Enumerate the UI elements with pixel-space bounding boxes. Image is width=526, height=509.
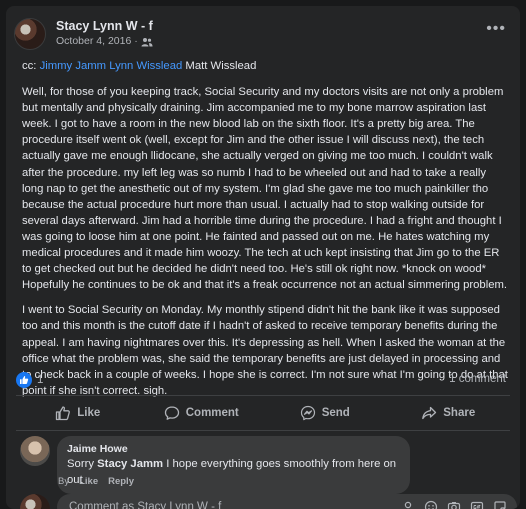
tagged-person-text: Matt Wisslead <box>185 60 257 72</box>
send-label: Send <box>321 407 350 419</box>
composer-avatar <box>20 494 50 509</box>
comment-count-link[interactable]: 1 comment <box>449 373 506 385</box>
gif-icon[interactable] <box>470 500 484 509</box>
comment-mention[interactable]: Stacy Jamm <box>97 458 163 470</box>
composer-icons <box>401 500 507 509</box>
share-button[interactable]: Share <box>387 396 511 430</box>
share-icon <box>422 406 437 420</box>
tagged-people-link[interactable]: Jimmy Jamm Lynn Wisslead <box>40 60 183 72</box>
comment-input[interactable]: Comment as Stacy Lynn W - f <box>57 494 517 509</box>
post-date[interactable]: October 4, 2016 <box>56 34 131 49</box>
comment-button[interactable]: Comment <box>140 396 264 430</box>
comment-label: Comment <box>185 407 239 419</box>
author-avatar[interactable] <box>14 18 46 50</box>
comment-prefix: Sorry <box>67 458 98 470</box>
comment-like-button[interactable]: Like <box>79 476 98 487</box>
more-horizontal-icon[interactable]: ••• <box>486 21 506 37</box>
comment-icon <box>164 406 179 420</box>
comment-reply-button[interactable]: Reply <box>108 476 134 487</box>
camera-icon[interactable] <box>447 500 461 509</box>
comment-actions: By Like Reply <box>58 476 134 487</box>
reactions-summary[interactable]: 1 <box>16 372 43 388</box>
commenter-name[interactable]: Jaime Howe <box>67 442 400 456</box>
post-body: cc: Jimmy Jamm Lynn Wisslead Matt Wissle… <box>22 58 510 408</box>
cc-line: cc: Jimmy Jamm Lynn Wisslead Matt Wissle… <box>22 58 510 74</box>
divider <box>16 430 510 431</box>
post-header: Stacy Lynn W - f October 4, 2016 · <box>14 18 153 50</box>
post-paragraph: Well, for those of you keeping track, So… <box>22 86 508 292</box>
like-label: Like <box>77 407 101 419</box>
cc-prefix: cc: <box>22 60 37 72</box>
emoji-icon[interactable] <box>424 500 438 509</box>
action-bar: Like Comment Send Share <box>16 396 510 430</box>
comment-input-placeholder: Comment as Stacy Lynn W - f <box>69 501 222 509</box>
share-label: Share <box>443 407 476 419</box>
commenter-avatar[interactable] <box>20 436 50 466</box>
post-paragraph: I went to Social Security on Monday. My … <box>22 304 508 397</box>
reaction-count: 1 <box>37 374 44 386</box>
thumbs-up-icon <box>56 406 71 421</box>
send-button[interactable]: Send <box>263 396 387 430</box>
sticker-icon[interactable] <box>493 500 507 509</box>
meta-separator: · <box>134 36 138 47</box>
post-card: Stacy Lynn W - f October 4, 2016 · ••• c… <box>6 6 520 509</box>
comment-composer: Comment as Stacy Lynn W - f <box>20 494 517 509</box>
send-icon <box>300 405 315 421</box>
header-text: Stacy Lynn W - f October 4, 2016 · <box>56 19 153 49</box>
avatar-sticker-icon[interactable] <box>401 500 415 509</box>
post-meta: October 4, 2016 · <box>56 34 153 49</box>
post-author[interactable]: Stacy Lynn W - f <box>56 19 153 34</box>
like-button[interactable]: Like <box>16 396 140 430</box>
like-icon <box>16 372 32 388</box>
comment-by-label: By <box>58 476 70 487</box>
friends-icon[interactable] <box>141 37 153 47</box>
